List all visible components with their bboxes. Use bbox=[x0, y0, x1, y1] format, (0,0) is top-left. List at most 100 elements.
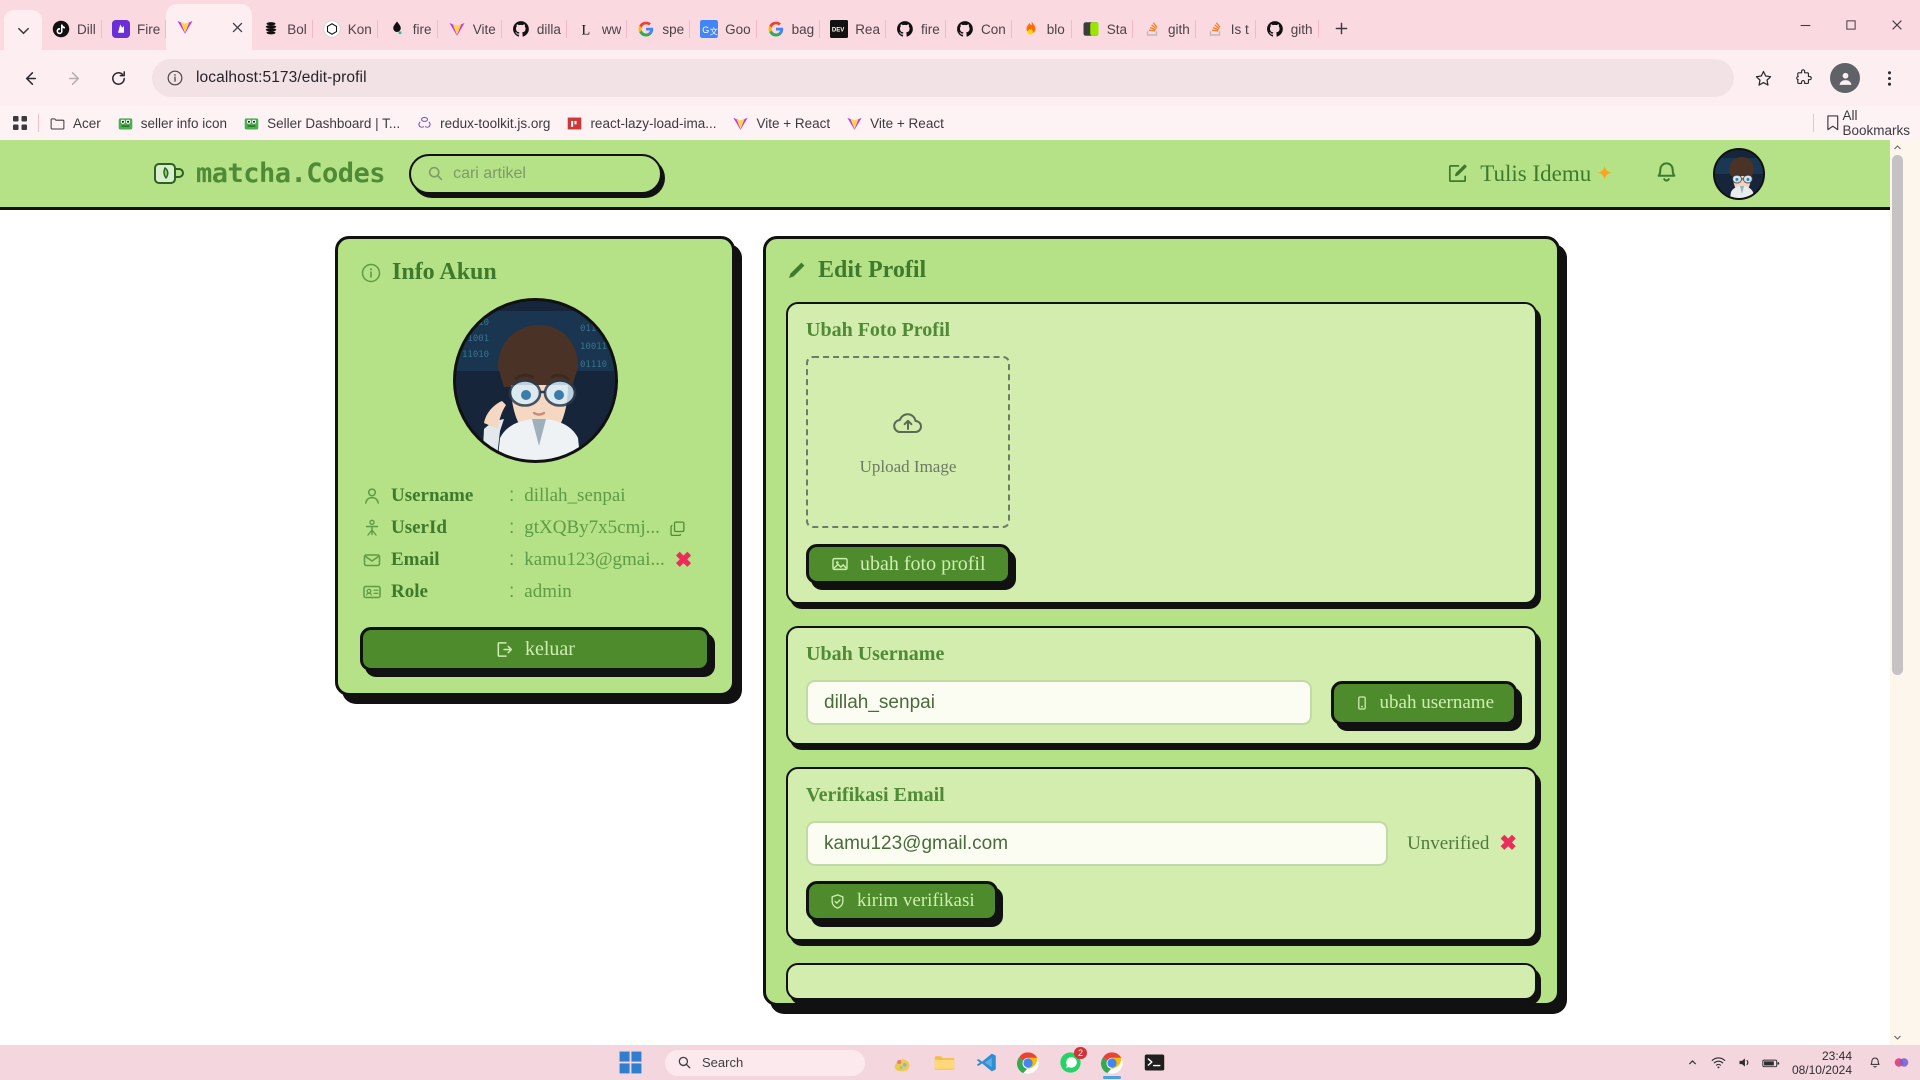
bookmark-item[interactable]: Seller Dashboard | T... bbox=[243, 115, 400, 132]
scroll-down-arrow-icon[interactable] bbox=[1890, 1030, 1905, 1045]
logout-button[interactable]: keluar bbox=[360, 627, 710, 671]
taskbar-chrome-active-icon[interactable] bbox=[1091, 1045, 1133, 1080]
browser-tab[interactable]: fire bbox=[886, 8, 946, 50]
extensions-icon[interactable] bbox=[1784, 59, 1822, 97]
browser-tab[interactable]: blo bbox=[1012, 8, 1072, 50]
search-input[interactable]: cari artikel bbox=[409, 153, 663, 194]
site-logo[interactable]: matcha.Codes bbox=[152, 158, 386, 189]
apps-grid-icon[interactable] bbox=[10, 113, 30, 133]
image-dropzone[interactable]: Upload Image bbox=[806, 356, 1010, 528]
info-row-userid: UserId : gtXQBy7x5cmj... bbox=[362, 517, 710, 539]
bookmark-item[interactable]: Acer bbox=[49, 115, 101, 132]
notification-bell-icon[interactable] bbox=[1653, 160, 1680, 187]
browser-tab[interactable]: L ww bbox=[567, 8, 628, 50]
page-scrollbar[interactable] bbox=[1890, 140, 1905, 1045]
tab-search-chevron-icon[interactable] bbox=[4, 10, 42, 50]
ubah-username-button[interactable]: ubah username bbox=[1330, 680, 1517, 725]
info-icon bbox=[361, 263, 381, 282]
close-window-icon[interactable] bbox=[1874, 4, 1920, 46]
info-row-email: Email : kamu123@gmai... ✖ bbox=[362, 549, 710, 571]
envelope-icon bbox=[363, 554, 381, 567]
browser-tab[interactable]: Bol bbox=[252, 8, 313, 50]
browser-tab-active[interactable] bbox=[166, 4, 253, 50]
minimize-icon[interactable] bbox=[1782, 4, 1828, 46]
bookmark-item[interactable]: redux-toolkit.js.org bbox=[416, 115, 550, 132]
bookmark-star-icon[interactable] bbox=[1744, 59, 1782, 97]
bookmark-item[interactable]: Vite + React bbox=[732, 115, 830, 132]
openai-icon bbox=[323, 20, 341, 38]
battery-icon[interactable] bbox=[1758, 1045, 1784, 1080]
browser-tab[interactable]: G文 Goo bbox=[690, 8, 757, 50]
badge-icon bbox=[363, 585, 381, 599]
tab-title: Is t bbox=[1230, 21, 1249, 37]
browser-menu-icon[interactable] bbox=[1870, 59, 1908, 97]
browser-tab[interactable]: bag bbox=[757, 8, 821, 50]
new-tab-button[interactable] bbox=[1325, 11, 1359, 45]
browser-tab[interactable]: Is t bbox=[1196, 8, 1256, 50]
browser-tab[interactable]: Kon bbox=[313, 8, 378, 50]
browser-tab[interactable]: Con bbox=[946, 8, 1012, 50]
taskbar-whatsapp-icon[interactable]: 2 bbox=[1049, 1045, 1091, 1080]
tray-expand-icon[interactable] bbox=[1680, 1045, 1706, 1080]
copy-icon[interactable] bbox=[669, 520, 686, 537]
edit-profil-header: Edit Profil bbox=[786, 257, 1537, 284]
taskbar-terminal-icon[interactable] bbox=[1133, 1045, 1175, 1080]
section-heading: Ubah Username bbox=[806, 643, 945, 665]
browser-tab[interactable]: DEV Rea bbox=[820, 8, 886, 50]
ubah-foto-profil-button[interactable]: ubah foto profil bbox=[806, 544, 1011, 584]
bookmark-item[interactable]: Vite + React bbox=[846, 115, 944, 132]
write-idea-button[interactable]: Tulis Idemu ✦ bbox=[1446, 161, 1613, 187]
svg-text:10011: 10011 bbox=[580, 342, 607, 352]
browser-tab[interactable]: Fire bbox=[102, 8, 167, 50]
profile-avatar-icon[interactable] bbox=[1830, 63, 1860, 93]
bookmark-item[interactable]: react-lazy-load-ima... bbox=[566, 115, 716, 132]
wifi-icon[interactable] bbox=[1706, 1045, 1732, 1080]
address-bar[interactable]: localhost:5173/edit-profil bbox=[152, 59, 1734, 97]
github-icon bbox=[512, 21, 529, 37]
maximize-icon[interactable] bbox=[1828, 4, 1874, 46]
windows-start-icon[interactable] bbox=[618, 1050, 643, 1075]
scrollbar-thumb[interactable] bbox=[1892, 155, 1903, 675]
scroll-up-arrow-icon[interactable] bbox=[1890, 140, 1905, 155]
taskbar-vscode-icon[interactable] bbox=[965, 1045, 1007, 1080]
browser-tab[interactable]: dilla bbox=[502, 8, 567, 50]
username-input[interactable] bbox=[806, 680, 1312, 725]
flame-icon bbox=[1026, 21, 1036, 35]
taskbar-chrome-icon[interactable] bbox=[1007, 1045, 1049, 1080]
forward-icon[interactable] bbox=[56, 60, 92, 96]
browser-tab[interactable]: spe bbox=[627, 8, 691, 50]
unverified-x-icon: ✖ bbox=[1499, 831, 1517, 855]
search-icon bbox=[428, 166, 443, 181]
browser-tab[interactable]: Sta bbox=[1072, 8, 1133, 50]
info-akun-card: Info Akun 10110 01001 11010 01101 10011 0111… bbox=[335, 236, 735, 696]
taskbar-apps: Search 2 bbox=[618, 1045, 1175, 1080]
browser-tab[interactable]: gith bbox=[1256, 8, 1319, 50]
taskbar-search[interactable]: Search bbox=[665, 1049, 865, 1076]
notification-center-icon[interactable] bbox=[1862, 1045, 1888, 1080]
taskbar-file-explorer-icon[interactable] bbox=[923, 1045, 965, 1080]
reload-icon[interactable] bbox=[100, 60, 136, 96]
browser-tab[interactable]: Dill bbox=[42, 8, 102, 50]
back-icon[interactable] bbox=[12, 60, 48, 96]
site-info-icon[interactable] bbox=[166, 69, 184, 87]
user-avatar[interactable] bbox=[1713, 147, 1765, 200]
close-icon[interactable] bbox=[228, 18, 246, 36]
browser-tab[interactable]: gith bbox=[1133, 8, 1196, 50]
bookmark-item[interactable]: seller info icon bbox=[117, 115, 227, 132]
info-value: dillah_senpai bbox=[524, 485, 626, 506]
kirim-verifikasi-button[interactable]: kirim verifikasi bbox=[806, 881, 998, 921]
info-colon: : bbox=[509, 485, 515, 506]
email-row: Unverified ✖ bbox=[806, 821, 1517, 866]
clock-date: 08/10/2024 bbox=[1791, 1062, 1852, 1077]
colorful-tray-icon[interactable] bbox=[1888, 1045, 1914, 1080]
info-row-role: Role : admin bbox=[362, 581, 710, 603]
redux-icon bbox=[418, 116, 431, 128]
browser-tab[interactable]: Vite bbox=[438, 8, 502, 50]
github-icon bbox=[957, 21, 973, 37]
taskbar-widgets-icon[interactable] bbox=[881, 1045, 923, 1080]
email-input[interactable] bbox=[806, 821, 1389, 866]
taskbar-clock[interactable]: 23:44 08/10/2024 bbox=[1792, 1049, 1852, 1077]
browser-tab[interactable]: fire bbox=[378, 8, 438, 50]
all-bookmarks-button[interactable]: All Bookmarks bbox=[1809, 108, 1910, 138]
volume-icon[interactable] bbox=[1732, 1045, 1758, 1080]
